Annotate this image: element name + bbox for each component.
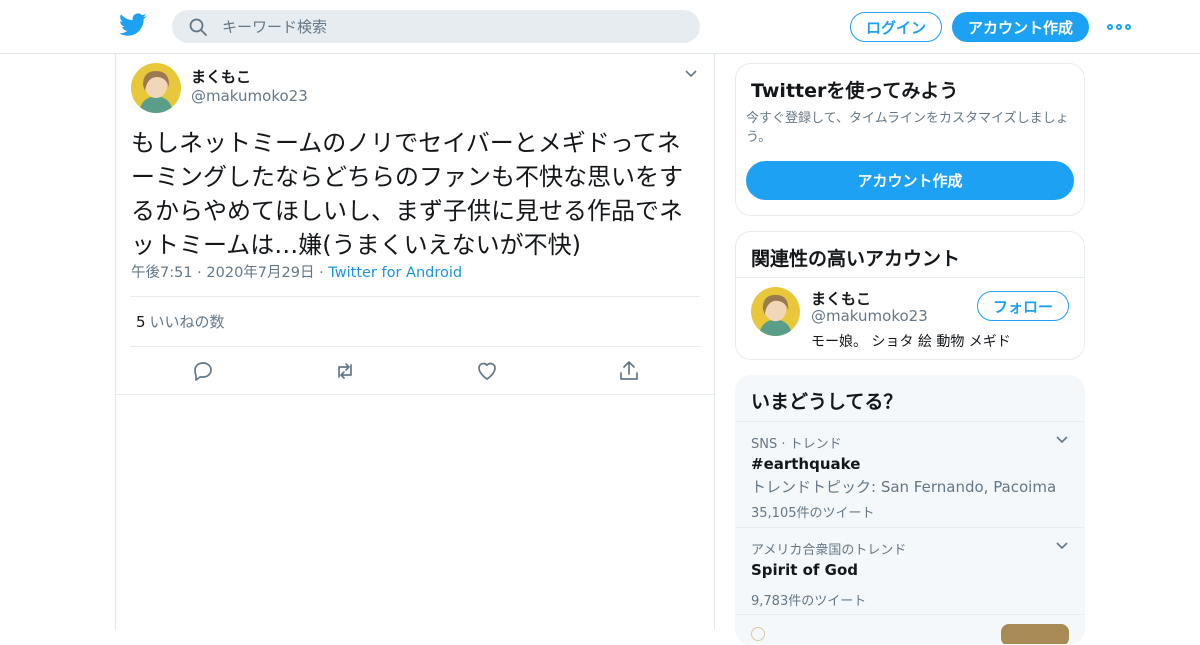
divider	[736, 614, 1084, 615]
trend-title: #earthquake	[751, 455, 861, 473]
avatar[interactable]	[131, 63, 181, 113]
related-accounts-title: 関連性の高いアカウント	[751, 248, 961, 270]
tweet-author-handle[interactable]: @makumoko23	[191, 87, 308, 105]
search-icon	[189, 18, 207, 36]
trend-item[interactable]: アメリカ合衆国のトレンド Spirit of God 9,783件のツイート	[751, 539, 1071, 609]
divider	[130, 296, 700, 297]
trend-icon	[751, 627, 765, 641]
related-account-bio: モー娘。 ショタ 絵 動物 メギド	[811, 334, 1011, 350]
tweet-detail-column: まくもこ @makumoko23 もしネットミームのノリでセイバーとメギドってネ…	[115, 54, 716, 630]
trend-title: Spirit of God	[751, 561, 859, 579]
trend-item[interactable]: SNS · トレンド #earthquake トレンドトピック: San Fer…	[751, 433, 1071, 521]
trend-context: アメリカ合衆国のトレンド	[751, 543, 907, 558]
retweet-icon[interactable]	[333, 359, 357, 383]
create-account-button[interactable]: アカウント作成	[746, 161, 1074, 200]
trend-subtitle: トレンドトピック: San Fernando, Pacoima	[751, 478, 1057, 496]
tweet-actions	[116, 347, 716, 395]
search-box[interactable]	[172, 10, 700, 43]
signup-card-description: 今すぐ登録して、タイムラインをカスタマイズしましょう。	[746, 111, 1069, 145]
trend-context: SNS · トレンド	[751, 437, 842, 452]
likes-count: 5	[136, 313, 146, 331]
chevron-down-icon[interactable]	[684, 69, 698, 79]
chevron-down-icon[interactable]	[1055, 541, 1069, 551]
tweet-date[interactable]: 2020年7月29日	[206, 265, 314, 281]
share-icon[interactable]	[617, 359, 641, 383]
divider	[736, 527, 1084, 528]
trends-card: いまどうしてる？ SNS · トレンド #earthquake トレンドトピック…	[735, 375, 1085, 645]
trends-title: いまどうしてる？	[751, 391, 903, 413]
related-account-handle[interactable]: @makumoko23	[811, 307, 928, 325]
top-navigation-bar: ログイン アカウント作成	[0, 0, 1200, 54]
divider	[736, 277, 1084, 278]
tweet-author-name[interactable]: まくもこ	[191, 66, 251, 87]
tweet-source-link[interactable]: Twitter for Android	[328, 265, 462, 281]
signup-card-title: Twitterを使ってみよう	[751, 80, 959, 102]
tweet-timestamp: 午後7:51 · 2020年7月29日 · Twitter for Androi…	[131, 265, 463, 281]
related-account-name[interactable]: まくもこ	[811, 288, 871, 309]
divider	[736, 421, 1084, 422]
related-accounts-card: 関連性の高いアカウント まくもこ @makumoko23 モー娘。 ショタ 絵 …	[735, 231, 1085, 360]
search-input[interactable]	[222, 17, 662, 36]
trend-tweet-count: 9,783件のツイート	[751, 594, 867, 609]
login-button[interactable]: ログイン	[850, 12, 942, 42]
tweet-time[interactable]: 午後7:51	[131, 265, 193, 281]
follow-button[interactable]: フォロー	[977, 291, 1069, 321]
chevron-down-icon[interactable]	[1055, 435, 1069, 445]
tweet-text: もしネットミームのノリでセイバーとメギドってネーミングしたならどちらのファンも不…	[131, 129, 683, 259]
like-heart-icon[interactable]	[475, 359, 499, 383]
reply-icon[interactable]	[191, 359, 215, 383]
more-options-icon[interactable]	[1107, 21, 1131, 33]
signup-button[interactable]: アカウント作成	[952, 12, 1089, 42]
avatar[interactable]	[751, 287, 800, 336]
likes-label: いいねの数	[149, 313, 225, 331]
trend-tweet-count: 35,105件のツイート	[751, 506, 875, 521]
twitter-bird-icon[interactable]	[119, 13, 147, 37]
trend-thumbnail[interactable]	[1001, 624, 1069, 644]
signup-card: Twitterを使ってみよう 今すぐ登録して、タイムラインをカスタマイズしましょ…	[735, 63, 1085, 216]
likes-stat[interactable]: 5 いいねの数	[136, 311, 225, 332]
